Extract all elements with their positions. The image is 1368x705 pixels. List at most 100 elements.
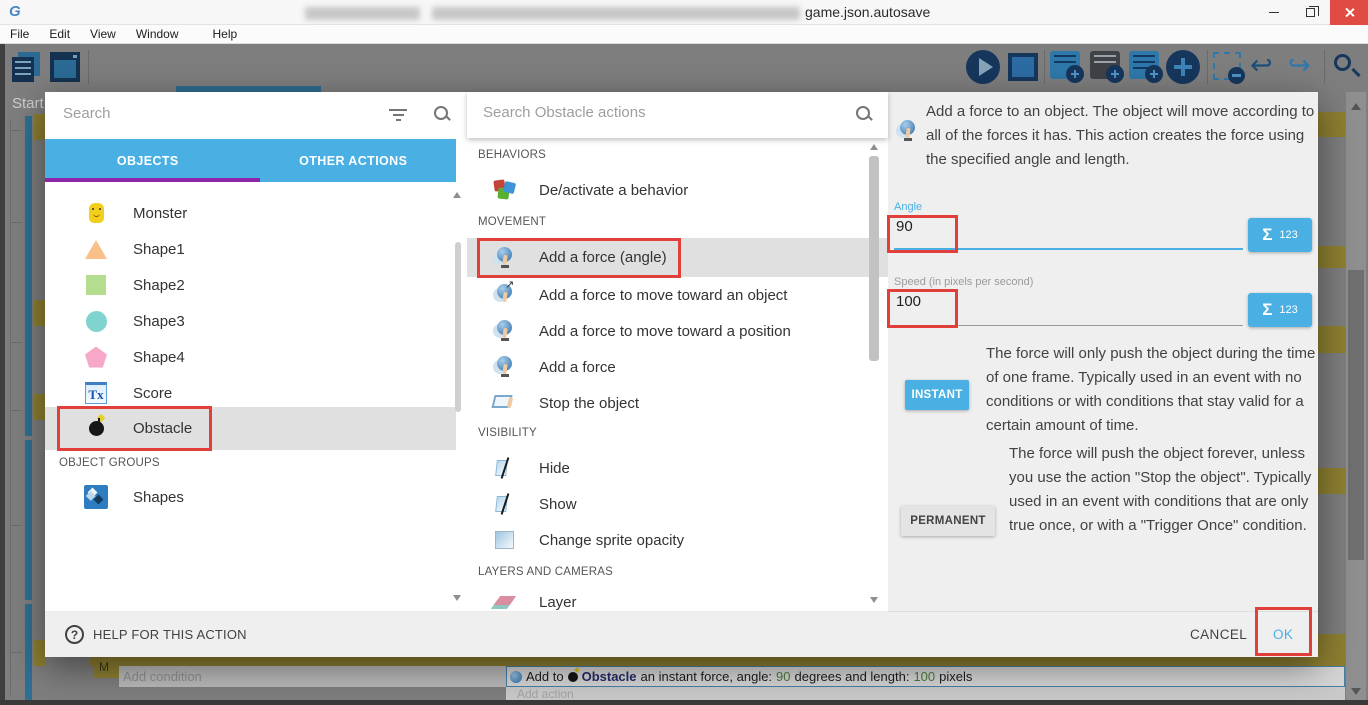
add-action-placeholder[interactable]: Add action: [506, 687, 1345, 700]
instant-button[interactable]: INSTANT: [905, 380, 969, 410]
action-angle-value: 90: [776, 669, 790, 684]
object-item-shape3[interactable]: Shape3: [45, 303, 456, 339]
middle-panel-scroll-down-icon[interactable]: [870, 597, 878, 603]
minimize-button[interactable]: [1256, 0, 1292, 25]
square-icon: [86, 275, 106, 295]
left-panel-scroll-down-icon[interactable]: [453, 595, 461, 601]
group-shapes-icon: [84, 485, 108, 509]
scene-editor-icon[interactable]: [50, 52, 80, 82]
action-item-change-opacity[interactable]: Change sprite opacity: [467, 522, 888, 558]
search-toolbar-icon[interactable]: [1332, 52, 1362, 82]
obstacle-mini-icon: [568, 672, 578, 682]
action-label: De/activate a behavior: [539, 182, 688, 199]
object-item-monster[interactable]: Monster: [45, 195, 456, 231]
action-search-input[interactable]: [483, 104, 783, 121]
scene-tab-label[interactable]: Start: [12, 95, 45, 112]
event-indent-bar: [25, 116, 32, 306]
event-tick: [10, 525, 22, 526]
add-object-icon[interactable]: [1050, 51, 1080, 79]
close-icon: [1344, 7, 1355, 18]
menu-file[interactable]: File: [0, 27, 39, 41]
title-bar: G game.json.autosave: [0, 0, 1368, 25]
toolbar-divider: [88, 50, 89, 84]
action-label: Add a force: [539, 359, 616, 376]
group-item-shapes[interactable]: Shapes: [45, 479, 456, 515]
events-scrollbar-thumb[interactable]: [1348, 270, 1364, 560]
middle-panel-scroll-up-icon[interactable]: [870, 144, 878, 150]
play-icon[interactable]: [966, 50, 1000, 84]
bottom-edge: [0, 700, 1368, 705]
action-item-show[interactable]: Show: [467, 486, 888, 522]
tab-active-underline: [45, 178, 260, 182]
action-item-hide[interactable]: Hide: [467, 450, 888, 486]
action-item-deactivate-behavior[interactable]: De/activate a behavior: [467, 172, 888, 208]
project-manager-icon[interactable]: [12, 52, 40, 82]
object-item-shape2[interactable]: Shape2: [45, 267, 456, 303]
permanent-description: The force will push the object forever, …: [1009, 442, 1319, 538]
toolbar-divider: [1324, 50, 1325, 84]
event-tick: [10, 652, 22, 653]
menu-help[interactable]: Help: [203, 27, 248, 41]
highlight-add-force-angle: [477, 238, 681, 278]
object-item-shape1[interactable]: Shape1: [45, 231, 456, 267]
action-item-layer[interactable]: Layer: [467, 592, 888, 612]
force-toward-object-icon: ↗: [493, 284, 515, 306]
angle-expression-button[interactable]: Σ 123: [1248, 218, 1312, 252]
toolbar-divider: [1044, 50, 1045, 84]
help-for-action-link[interactable]: HELP FOR THIS ACTION: [93, 627, 247, 642]
add-comment-icon[interactable]: [1129, 51, 1159, 79]
highlight-obstacle: [57, 406, 212, 451]
add-condition-placeholder[interactable]: Add condition: [119, 666, 506, 687]
left-panel-scrollbar-thumb[interactable]: [455, 242, 461, 412]
event-tick: [10, 130, 22, 131]
menu-edit[interactable]: Edit: [39, 27, 80, 41]
instant-description: The force will only push the object duri…: [986, 342, 1318, 438]
action-item-add-force[interactable]: Add a force: [467, 349, 888, 385]
cancel-button[interactable]: CANCEL: [1190, 627, 1247, 642]
group-label: Shapes: [133, 489, 184, 506]
scroll-up-icon[interactable]: [1351, 103, 1361, 110]
blurred-title-segment: [432, 7, 800, 20]
tab-objects[interactable]: OBJECTS: [45, 139, 251, 182]
tab-other-actions[interactable]: OTHER ACTIONS: [251, 139, 457, 182]
object-search-input[interactable]: [63, 105, 363, 122]
onetwothree-label: 123: [1279, 229, 1297, 241]
event-header-stub: [1318, 326, 1346, 353]
object-tabs: OBJECTS OTHER ACTIONS: [45, 139, 456, 182]
debug-icon[interactable]: [1008, 53, 1038, 81]
action-object-name: Obstacle: [582, 669, 637, 684]
add-icon[interactable]: [1166, 50, 1200, 84]
action-item-force-toward-object[interactable]: ↗ Add a force to move toward an object: [467, 277, 888, 313]
help-icon[interactable]: ?: [65, 625, 84, 644]
event-action-row[interactable]: Add to Obstacle an instant force, angle:…: [506, 666, 1345, 687]
scroll-down-icon[interactable]: [1351, 688, 1361, 695]
middle-panel-scrollbar-thumb[interactable]: [869, 156, 879, 361]
event-tick: [10, 342, 22, 343]
permanent-button[interactable]: PERMANENT: [901, 506, 995, 536]
maximize-button[interactable]: [1292, 0, 1328, 25]
speed-expression-button[interactable]: Σ 123: [1248, 293, 1312, 327]
close-button[interactable]: [1330, 0, 1368, 25]
object-label: Shape3: [133, 313, 185, 330]
action-text-2: degrees and length:: [795, 669, 910, 684]
filter-icon[interactable]: [388, 109, 408, 124]
add-event-icon[interactable]: [1090, 51, 1120, 79]
event-header-stub: [34, 394, 45, 420]
menu-view[interactable]: View: [80, 27, 126, 41]
action-item-force-toward-position[interactable]: Add a force to move toward a position: [467, 313, 888, 349]
toolbar-divider: [1207, 50, 1208, 84]
menu-window[interactable]: Window: [126, 27, 203, 41]
left-panel-scroll-up-icon[interactable]: [453, 192, 461, 198]
action-text-1: an instant force, angle:: [641, 669, 773, 684]
action-editor-dialog: OBJECTS OTHER ACTIONS Monster Shape1 Sha…: [45, 92, 1318, 657]
event-marker-label: M: [93, 658, 119, 678]
event-tick: [10, 410, 22, 411]
action-item-stop-object[interactable]: Stop the object: [467, 385, 888, 421]
object-label: Shape2: [133, 277, 185, 294]
action-search-bar: [467, 92, 888, 138]
undo-icon[interactable]: ↩: [1250, 50, 1273, 80]
deselect-icon[interactable]: [1213, 52, 1241, 80]
redo-icon[interactable]: ↪: [1288, 50, 1311, 80]
event-header-stub: [1318, 246, 1346, 268]
object-item-shape4[interactable]: Shape4: [45, 339, 456, 375]
